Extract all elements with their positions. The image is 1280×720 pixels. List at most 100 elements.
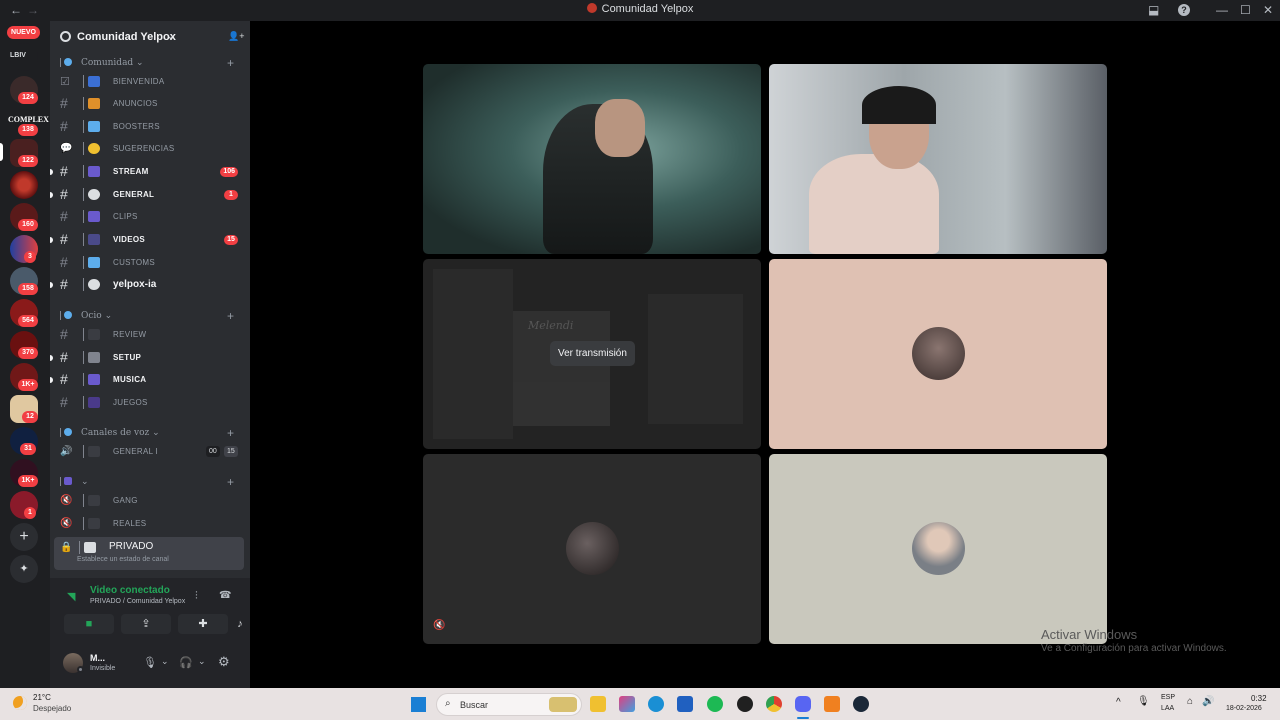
channel-customs[interactable]: # CUSTOMS	[54, 252, 244, 274]
headset-icon[interactable]: 🎧	[179, 656, 193, 669]
server-badge: 138	[18, 124, 38, 136]
participant-hair	[862, 86, 936, 124]
lock-icon: 🔒	[60, 542, 73, 553]
clock-time[interactable]: 0:32	[1251, 694, 1267, 703]
add-channel-icon[interactable]: +	[227, 475, 234, 489]
new-badge[interactable]: NUEVO	[7, 26, 40, 39]
settings-gear-icon[interactable]: ⚙	[218, 654, 230, 670]
category-comunidad[interactable]: Comunidad ⌄ +	[60, 56, 234, 70]
video-tile-participant-4[interactable]: 🔇	[423, 454, 761, 644]
voice-channel-path[interactable]: PRIVADO / Comunidad Yelpox	[90, 598, 185, 605]
channel-sugerencias[interactable]: 💬 SUGERENCIAS	[54, 138, 244, 160]
soundboard-button[interactable]: ♪	[235, 614, 245, 634]
video-tile-stream-1[interactable]	[423, 64, 761, 254]
voice-channel-privado[interactable]: 🔒 PRIVADO Establece un estado de canal	[54, 537, 244, 570]
channel-status-hint[interactable]: Establece un estado de canal	[77, 556, 169, 563]
tray-chevron-icon[interactable]: ^	[1116, 697, 1121, 708]
channel-emoji-icon	[83, 233, 107, 246]
network-icon[interactable]: ⌂	[1187, 696, 1193, 707]
copilot-icon[interactable]	[619, 696, 635, 712]
file-explorer-icon[interactable]	[590, 696, 606, 712]
language-indicator[interactable]: ESP	[1161, 694, 1175, 701]
activity-button[interactable]: ✚	[178, 614, 228, 634]
discord-icon[interactable]	[795, 696, 811, 712]
add-member-icon[interactable]: 👤+	[228, 31, 244, 42]
inbox-icon[interactable]: ⬓	[1148, 3, 1159, 17]
explore-icon[interactable]: ✦	[10, 555, 38, 583]
video-tile-participant-3[interactable]	[769, 259, 1107, 449]
voice-channel-reales[interactable]: 🔇 REALES	[54, 513, 244, 535]
add-channel-icon[interactable]: +	[227, 426, 234, 440]
noise-suppression-icon[interactable]: ⫶	[195, 590, 198, 603]
channel-emoji-icon	[83, 97, 107, 110]
channel-review[interactable]: # REVIEW	[54, 324, 244, 346]
search-placeholder: Buscar	[460, 700, 489, 710]
weather-moon-icon[interactable]	[13, 696, 27, 710]
windows-start-icon[interactable]	[411, 697, 426, 712]
channel-anuncios[interactable]: # ANUNCIOS	[54, 93, 244, 115]
minimize-button[interactable]: —	[1216, 3, 1228, 17]
voice-channel-general-i[interactable]: 🔊 GENERAL I 00 15	[54, 441, 244, 463]
voice-connection-panel: ◥ Video conectado PRIVADO / Comunidad Ye…	[50, 578, 250, 654]
video-tile-participant-5[interactable]	[769, 454, 1107, 644]
category-canales-de-voz[interactable]: Canales de voz ⌄ +	[60, 426, 234, 440]
category-unnamed[interactable]: ⌄ +	[60, 475, 234, 489]
channel-setup[interactable]: # SETUP	[50, 347, 244, 369]
rules-icon: ☑	[60, 76, 70, 88]
maximize-button[interactable]: ☐	[1240, 3, 1251, 17]
forum-icon: 💬	[60, 143, 73, 154]
close-button[interactable]: ✕	[1263, 3, 1273, 17]
category-label: Ocio ⌄	[81, 311, 113, 321]
video-tile-screen-share[interactable]: Melendi Ver transmisión	[423, 259, 761, 449]
channel-bienvenida[interactable]: ☑ BIENVENIDA	[54, 71, 244, 93]
taskbar-search[interactable]: ⌕ Buscar	[436, 693, 582, 716]
weather-description[interactable]: Despejado	[33, 704, 71, 713]
edge-icon[interactable]	[648, 696, 664, 712]
server-icon-4[interactable]	[10, 171, 38, 199]
keyboard-layout[interactable]: LAA	[1161, 705, 1174, 712]
chevron-down-icon[interactable]: ⌄	[161, 656, 169, 667]
camera-button[interactable]: ■	[64, 614, 114, 634]
chevron-down-icon[interactable]: ⌄	[198, 656, 206, 667]
video-tile-stream-2[interactable]	[769, 64, 1107, 254]
channel-musica[interactable]: # MUSICA	[50, 369, 244, 391]
guild-header[interactable]: Comunidad Yelpox ⌄ 👤+	[50, 21, 250, 55]
microphone-icon[interactable]: 🎙	[143, 656, 157, 669]
voice-status[interactable]: Video conectado	[90, 585, 170, 596]
hash-icon: #	[60, 254, 68, 270]
weather-temperature[interactable]: 21°C	[33, 693, 51, 702]
channel-boosters[interactable]: # BOOSTERS	[54, 116, 244, 138]
channel-name: MUSICA	[113, 375, 147, 384]
store-icon[interactable]	[677, 696, 693, 712]
watch-stream-button[interactable]: Ver transmisión	[550, 341, 635, 366]
channel-stream[interactable]: # STREAM 106	[50, 161, 244, 183]
app-icon[interactable]	[737, 696, 753, 712]
add-server-icon[interactable]: +	[10, 523, 38, 551]
user-name[interactable]: M...	[90, 653, 105, 663]
steam-icon[interactable]	[853, 696, 869, 712]
server-lbiv[interactable]: LBIV	[10, 43, 38, 71]
volume-icon[interactable]: 🔊	[1202, 696, 1214, 707]
channel-general[interactable]: # GENERAL 1	[50, 184, 244, 206]
channel-name: BOOSTERS	[113, 122, 160, 131]
microphone-icon[interactable]: 🎙	[1137, 696, 1150, 707]
help-icon[interactable]: ?	[1178, 4, 1190, 16]
add-channel-icon[interactable]: +	[227, 309, 234, 323]
category-label: Canales de voz ⌄	[81, 428, 160, 438]
channel-name: SUGERENCIAS	[113, 144, 175, 153]
app-launcher-icon[interactable]	[824, 696, 840, 712]
screen-share-button[interactable]: ⇪	[121, 614, 171, 634]
channel-videos[interactable]: # VIDEOS 15	[50, 229, 244, 251]
channel-yelpox-ia[interactable]: # yelpox-ia	[50, 274, 244, 296]
channel-juegos[interactable]: # JUEGOS	[54, 392, 244, 414]
disconnect-icon[interactable]: ☎	[219, 590, 231, 601]
channel-clips[interactable]: # CLIPS	[54, 206, 244, 228]
voice-channel-gang[interactable]: 🔇 GANG	[54, 490, 244, 512]
server-badge: 122	[18, 155, 38, 167]
spotify-icon[interactable]	[707, 696, 723, 712]
chrome-icon[interactable]	[766, 696, 782, 712]
add-channel-icon[interactable]: +	[227, 56, 234, 70]
search-icon: ⌕	[445, 698, 451, 709]
category-ocio[interactable]: Ocio ⌄ +	[60, 309, 234, 323]
clock-date[interactable]: 18-02-2026	[1226, 705, 1262, 712]
